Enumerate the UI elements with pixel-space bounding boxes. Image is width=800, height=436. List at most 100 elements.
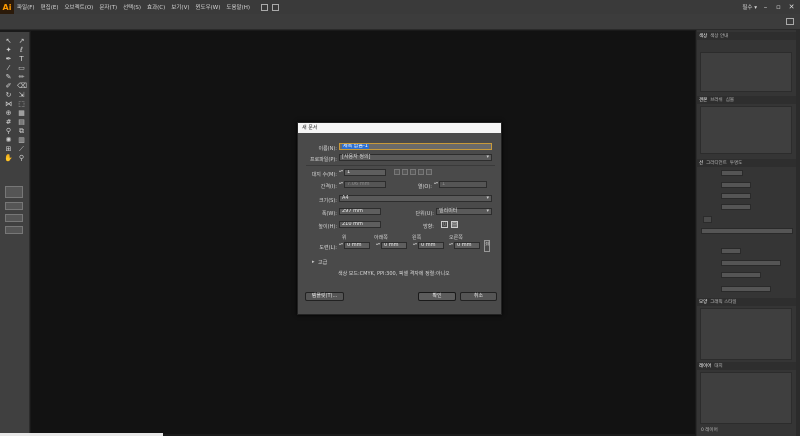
tab-graphic-styles[interactable]: 그래픽 스타일: [710, 299, 736, 305]
tab-appearance[interactable]: 모양: [699, 299, 707, 305]
tab-gradient[interactable]: 그라디언트: [706, 160, 727, 166]
workspace-switcher[interactable]: 필수 ▾: [742, 3, 757, 11]
menu-select[interactable]: 선택(S): [120, 3, 144, 11]
menu-file[interactable]: 파일(F): [14, 3, 38, 11]
tab-artboards[interactable]: 대지: [714, 363, 722, 369]
drawing-mode-buttons[interactable]: [5, 214, 23, 222]
templates-button[interactable]: 템플릿(T)...: [305, 292, 344, 301]
blend-tool-icon[interactable]: ⧉: [17, 128, 26, 135]
tab-transparency[interactable]: 투명도: [730, 160, 742, 166]
mesh-tool-icon[interactable]: #: [4, 119, 13, 126]
dashed-line-checkbox[interactable]: [703, 216, 712, 223]
tab-brushes[interactable]: 브러쉬: [710, 97, 722, 103]
close-icon[interactable]: ✕: [787, 3, 796, 12]
menu-view[interactable]: 보기(V): [168, 3, 192, 11]
name-input[interactable]: 제목 없음-1: [339, 143, 492, 150]
grid-by-row-icon[interactable]: [394, 169, 400, 175]
arrange-by-column-icon[interactable]: [418, 169, 424, 175]
free-transform-tool-icon[interactable]: ⬚: [17, 101, 26, 108]
scale-tool-icon[interactable]: ⇲: [17, 92, 26, 99]
blob-brush-tool-icon[interactable]: ✐: [4, 83, 13, 90]
link-bleed-icon[interactable]: ⛓: [484, 240, 490, 252]
stroke-corner-buttons[interactable]: [721, 193, 751, 199]
control-panel-menu-icon[interactable]: [786, 18, 794, 25]
bleed-top-input[interactable]: 0 mm: [344, 242, 370, 249]
right-to-left-icon[interactable]: [426, 169, 432, 175]
pencil-tool-icon[interactable]: ✏: [17, 74, 26, 81]
bleed-bottom-input[interactable]: 0 mm: [381, 242, 407, 249]
ok-button[interactable]: 확인: [418, 292, 456, 301]
shape-builder-tool-icon[interactable]: ⊕: [4, 110, 13, 117]
tab-layers[interactable]: 레이어: [699, 363, 711, 369]
columns-input[interactable]: 1: [439, 181, 487, 188]
rectangle-tool-icon[interactable]: ▭: [17, 65, 26, 72]
width-input[interactable]: 297 mm: [339, 208, 381, 215]
bleed-right-input[interactable]: 0 mm: [454, 242, 480, 249]
rotate-tool-icon[interactable]: ↻: [4, 92, 13, 99]
bleed-left-input[interactable]: 0 mm: [418, 242, 444, 249]
units-select[interactable]: 밀리미터: [436, 208, 492, 215]
direct-selection-tool-icon[interactable]: ↗: [17, 38, 26, 45]
type-tool-icon[interactable]: T: [17, 56, 26, 63]
bleed-top-spinner[interactable]: ▴▾: [339, 242, 343, 249]
line-tool-icon[interactable]: ⁄: [4, 65, 13, 72]
tab-symbols[interactable]: 심볼: [726, 97, 734, 103]
profile-field[interactable]: [721, 286, 771, 292]
maximize-icon[interactable]: ▫: [774, 3, 783, 12]
artboards-spinner[interactable]: ▴▾: [339, 169, 343, 176]
size-select[interactable]: A4: [339, 195, 492, 202]
menu-help[interactable]: 도움말(H): [223, 3, 253, 11]
magic-wand-tool-icon[interactable]: ✦: [4, 47, 13, 54]
bleed-bottom-spinner[interactable]: ▴▾: [376, 242, 380, 249]
panel-scrollbar[interactable]: [796, 30, 800, 436]
height-input[interactable]: 210 mm: [339, 221, 381, 228]
landscape-orientation-icon[interactable]: ▭: [451, 221, 458, 228]
spacing-input[interactable]: 7.06 mm: [344, 181, 386, 188]
advanced-label[interactable]: 고급: [318, 259, 327, 266]
pen-tool-icon[interactable]: ✒: [4, 56, 13, 63]
eraser-tool-icon[interactable]: ⌫: [17, 83, 27, 90]
tab-color-guide[interactable]: 색상 안내: [710, 33, 728, 39]
columns-spinner[interactable]: ▴▾: [434, 181, 438, 188]
arrow-scale-fields[interactable]: [721, 260, 781, 266]
arrange-by-row-icon[interactable]: [410, 169, 416, 175]
slice-tool-icon[interactable]: ⟋: [17, 146, 26, 153]
lasso-tool-icon[interactable]: ℓ: [17, 47, 26, 54]
profile-select[interactable]: [사용자 정의]: [339, 154, 492, 161]
bleed-right-spinner[interactable]: ▴▾: [449, 242, 453, 249]
paintbrush-tool-icon[interactable]: ✎: [4, 74, 13, 81]
menu-effect[interactable]: 효과(C): [144, 3, 168, 11]
zoom-tool-icon[interactable]: ⚲: [17, 155, 26, 162]
portrait-orientation-icon[interactable]: ▯: [441, 221, 448, 228]
spacing-spinner[interactable]: ▴▾: [339, 181, 343, 188]
bridge-icon[interactable]: [261, 3, 269, 11]
menu-edit[interactable]: 편집(E): [38, 3, 62, 11]
width-tool-icon[interactable]: ⋈: [4, 101, 13, 108]
dash-gap-fields[interactable]: [701, 228, 793, 234]
cancel-button[interactable]: 취소: [460, 292, 497, 301]
advanced-expand-icon[interactable]: ▸: [312, 259, 315, 265]
column-graph-tool-icon[interactable]: ▥: [17, 137, 26, 144]
hand-tool-icon[interactable]: ✋: [4, 155, 13, 162]
menu-window[interactable]: 윈도우(W): [192, 3, 223, 11]
color-mode-buttons[interactable]: [5, 202, 23, 210]
tab-color[interactable]: 색상: [699, 33, 707, 39]
arrowheads-field[interactable]: [721, 248, 741, 254]
gradient-tool-icon[interactable]: ▤: [17, 119, 26, 126]
arrow-align-buttons[interactable]: [721, 272, 761, 278]
tab-swatches[interactable]: 견본: [699, 97, 707, 103]
minimize-icon[interactable]: –: [761, 3, 770, 12]
eyedropper-tool-icon[interactable]: ⚲: [4, 128, 13, 135]
artboard-tool-icon[interactable]: ⊞: [4, 146, 13, 153]
menu-type[interactable]: 문자(T): [96, 3, 120, 11]
stroke-align-buttons[interactable]: [721, 204, 751, 210]
fill-stroke-swatch[interactable]: [5, 186, 23, 198]
menu-object[interactable]: 오브젝트(O): [61, 3, 96, 11]
tab-stroke[interactable]: 선: [699, 160, 703, 166]
stroke-weight-field[interactable]: [721, 170, 743, 176]
perspective-grid-tool-icon[interactable]: ▦: [17, 110, 26, 117]
symbol-sprayer-tool-icon[interactable]: ✺: [4, 137, 13, 144]
artboards-input[interactable]: 1: [344, 169, 386, 176]
screen-mode-button[interactable]: [5, 226, 23, 234]
arrange-documents-icon[interactable]: [272, 3, 280, 11]
